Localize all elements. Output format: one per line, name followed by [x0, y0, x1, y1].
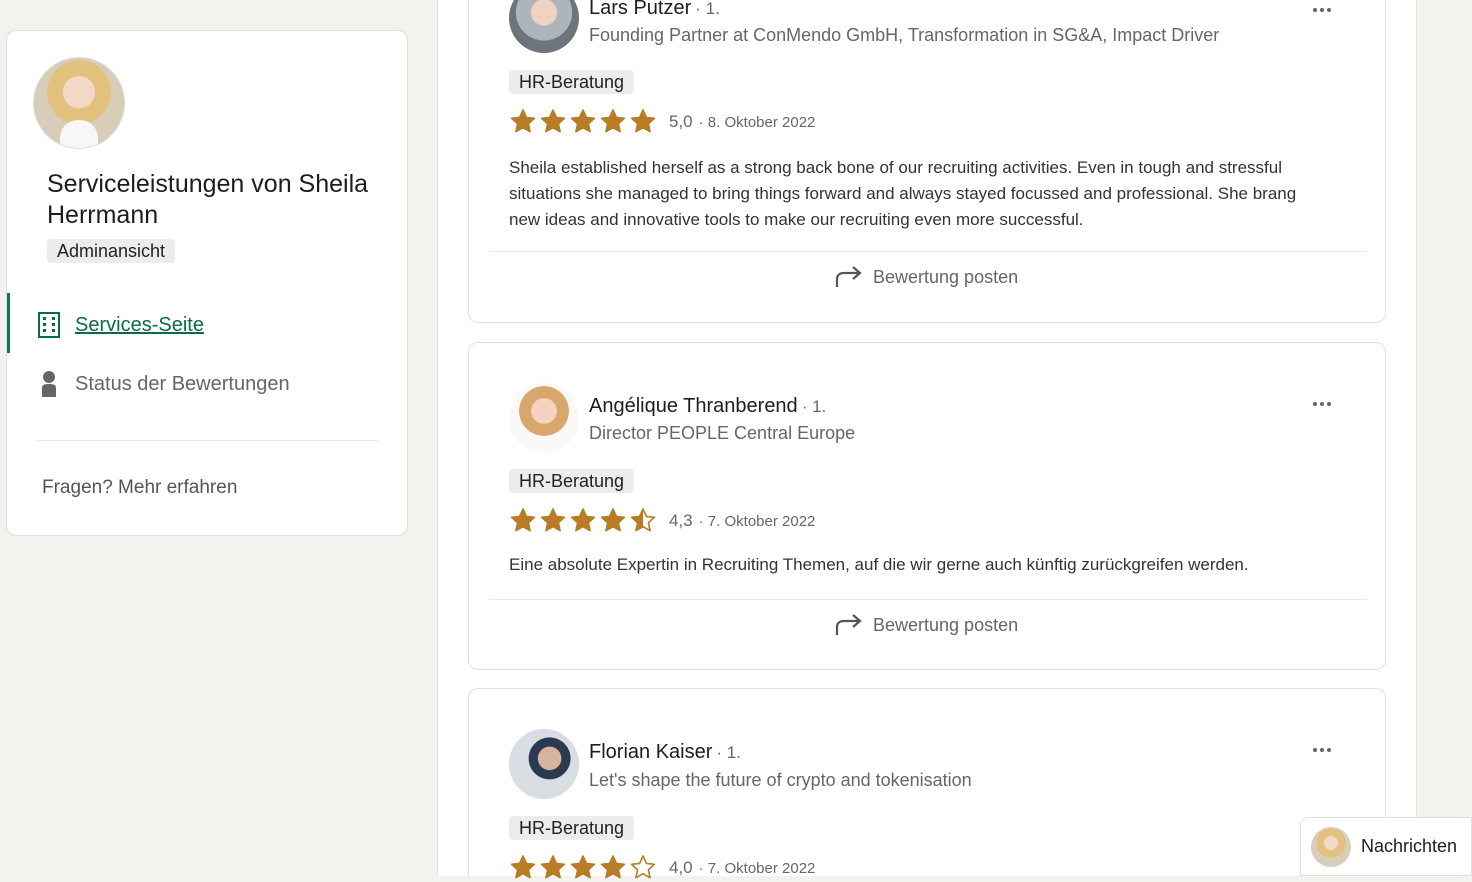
nav-services-page[interactable]: Services-Seite: [37, 305, 204, 345]
more-options-icon[interactable]: [1313, 745, 1335, 755]
reviewer-avatar[interactable]: [509, 0, 579, 53]
active-nav-indicator: [7, 293, 10, 353]
nav-label-services[interactable]: Services-Seite: [75, 314, 204, 337]
share-arrow-icon: [835, 266, 862, 287]
review-card: Lars Putzer · 1. Founding Partner at ConM…: [468, 0, 1386, 323]
post-review-label[interactable]: Bewertung posten: [873, 267, 1018, 288]
sidebar-divider: [37, 440, 378, 441]
review-text: Eine absolute Expertin in Recruiting The…: [509, 555, 1249, 574]
star-full-icon: [540, 855, 566, 879]
column-divider-left: [437, 0, 438, 876]
post-review-label[interactable]: Bewertung posten: [873, 615, 1018, 636]
post-review-button[interactable]: Bewertung posten: [835, 266, 1018, 288]
star-full-icon: [510, 508, 536, 532]
service-tag: HR-Beratung: [509, 469, 635, 493]
reviewer-name[interactable]: Florian Kaiser · 1.: [589, 741, 741, 764]
connection-degree: · 1.: [801, 397, 827, 416]
review-date: · 7. Oktober 2022: [698, 512, 816, 530]
reviewer-name[interactable]: Angélique Thranberend · 1.: [589, 395, 826, 418]
star-full-icon: [570, 109, 596, 133]
share-arrow-icon: [835, 614, 862, 635]
review-card: Angélique Thranberend · 1. Director PEOPL…: [468, 342, 1386, 670]
service-tag: HR-Beratung: [509, 816, 635, 840]
column-divider-right: [1416, 0, 1417, 876]
star-empty-icon: [630, 855, 656, 879]
star-full-icon: [510, 109, 536, 133]
page-title: Serviceleistungen von Sheila Herrmann: [47, 170, 369, 229]
reviewer-headline: Founding Partner at ConMendo GmbH, Trans…: [589, 25, 1220, 45]
rating-value: 4,0: [669, 858, 693, 877]
star-full-icon: [570, 508, 596, 532]
review-date: · 8. Oktober 2022: [698, 113, 816, 131]
reviewer-name-text[interactable]: Angélique Thranberend: [589, 395, 798, 417]
reviewer-headline: Let's shape the future of crypto and tok…: [589, 770, 972, 790]
reviewer-headline: Director PEOPLE Central Europe: [589, 423, 856, 443]
reviewer-avatar[interactable]: [509, 729, 579, 799]
rating-row: 4,0 · 7. Oktober 2022: [509, 854, 815, 882]
star-full-icon: [600, 508, 626, 532]
reviewer-name-text[interactable]: Florian Kaiser: [589, 741, 712, 763]
review-date: · 7. Oktober 2022: [698, 859, 816, 877]
connection-degree: · 1.: [695, 0, 720, 18]
star-half-icon: [630, 508, 656, 532]
star-rating: [509, 854, 657, 882]
more-options-icon[interactable]: [1313, 5, 1335, 15]
messaging-bar[interactable]: Nachrichten: [1300, 817, 1472, 876]
building-icon: [38, 312, 60, 338]
person-icon: [42, 371, 56, 397]
star-full-icon: [540, 109, 566, 133]
messaging-label[interactable]: Nachrichten: [1361, 836, 1457, 857]
rating-row: 4,3 · 7. Oktober 2022: [509, 507, 815, 535]
reviewer-name[interactable]: Lars Putzer · 1.: [589, 0, 720, 20]
reviewer-avatar[interactable]: [509, 383, 579, 453]
star-full-icon: [540, 508, 566, 532]
rating-row: 5,0 · 8. Oktober 2022: [509, 108, 815, 136]
card-divider: [489, 251, 1367, 252]
connection-degree: · 1.: [716, 743, 741, 762]
star-full-icon: [600, 109, 626, 133]
reviewer-name-text[interactable]: Lars Putzer: [589, 0, 691, 19]
star-full-icon: [510, 855, 536, 879]
messaging-avatar[interactable]: [1311, 826, 1351, 867]
star-full-icon: [600, 855, 626, 879]
more-options-icon[interactable]: [1313, 399, 1335, 409]
star-full-icon: [570, 855, 596, 879]
star-full-icon: [630, 109, 656, 133]
admin-badge: Adminansicht: [47, 239, 176, 263]
post-review-button[interactable]: Bewertung posten: [835, 614, 1018, 636]
rating-value: 5,0: [669, 112, 693, 131]
card-divider: [489, 599, 1367, 600]
service-tag: HR-Beratung: [509, 70, 635, 94]
help-link[interactable]: Fragen? Mehr erfahren: [42, 477, 237, 499]
profile-avatar[interactable]: [33, 57, 125, 149]
review-card: Florian Kaiser · 1. Let's shape the futur…: [468, 688, 1386, 879]
services-sidebar: Serviceleistungen von Sheila Herrmann Ad…: [6, 30, 408, 536]
star-rating: [509, 507, 657, 535]
star-rating: [509, 108, 657, 136]
rating-value: 4,3: [669, 511, 693, 530]
nav-label-review-status[interactable]: Status der Bewertungen: [75, 373, 290, 396]
review-text: Sheila established herself as a strong b…: [509, 158, 1297, 229]
nav-review-status[interactable]: Status der Bewertungen: [37, 364, 290, 404]
